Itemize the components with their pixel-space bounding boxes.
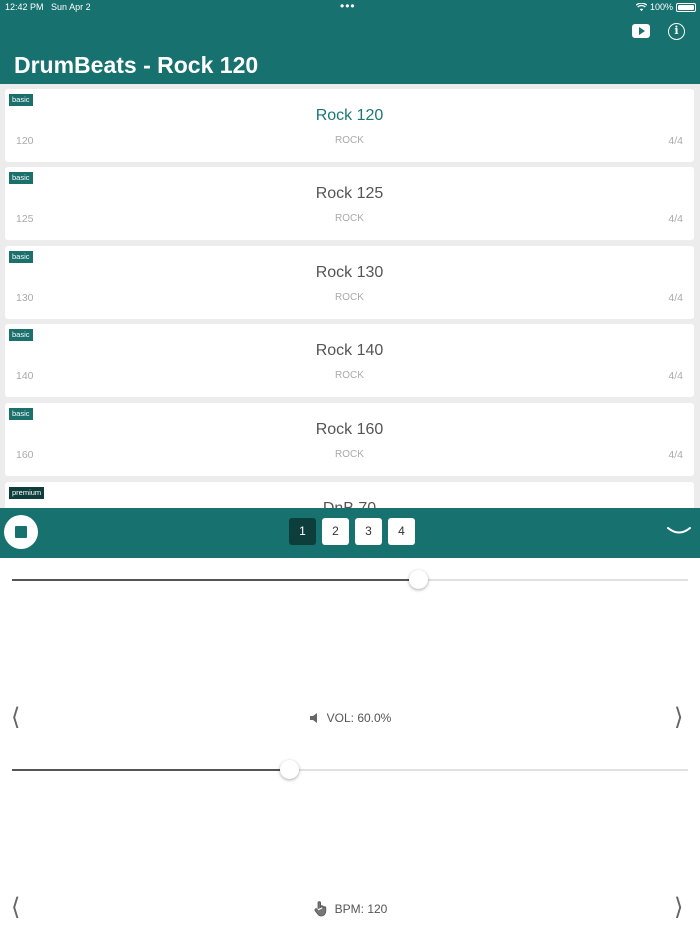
beat-signature: 4/4 [668, 449, 683, 461]
slider-fill [12, 579, 418, 581]
list-item[interactable]: basic Rock 120 120 ROCK 4/4 [5, 89, 694, 162]
tier-badge: basic [9, 94, 33, 106]
bpm-label: BPM: 120 [334, 901, 388, 916]
beat-genre: ROCK [335, 213, 364, 224]
beat-name: Rock 140 [315, 342, 384, 359]
page-title: DrumBeats - Rock 120 [14, 52, 259, 78]
page-button-1[interactable]: 1 [289, 518, 316, 545]
beat-name: Rock 120 [315, 107, 384, 124]
beat-name: Rock 130 [315, 264, 384, 281]
beat-genre: ROCK [335, 449, 364, 460]
stop-button[interactable] [4, 515, 38, 549]
beat-name: Rock 160 [315, 421, 384, 438]
chevron-down-icon[interactable] [667, 526, 691, 538]
tier-badge: premium [9, 487, 45, 499]
list-item[interactable]: basic Rock 130 130 ROCK 4/4 [5, 246, 694, 319]
tier-badge: basic [9, 251, 33, 263]
status-right: 100% [635, 2, 696, 12]
wifi-icon [635, 2, 647, 11]
slider-thumb[interactable] [280, 760, 300, 779]
slider-fill [12, 769, 290, 771]
slider-thumb[interactable] [408, 570, 428, 589]
list-item[interactable]: premium DnB 70 [5, 482, 694, 508]
beat-signature: 4/4 [668, 370, 683, 382]
beat-signature: 4/4 [668, 213, 683, 225]
page-button-3[interactable]: 3 [355, 518, 382, 545]
battery-percent: 100% [649, 2, 673, 12]
list-item[interactable]: basic Rock 160 160 ROCK 4/4 [5, 403, 694, 476]
multitask-dots-icon[interactable]: ••• [340, 0, 356, 13]
list-item[interactable]: basic Rock 140 140 ROCK 4/4 [5, 324, 694, 397]
transport-bar: 1 2 3 4 [0, 508, 700, 558]
tier-badge: basic [9, 329, 33, 341]
battery-icon [676, 2, 696, 12]
bpm-readout: BPM: 120 [0, 900, 700, 917]
status-bar: 12:42 PM Sun Apr 2 ••• 100% [0, 0, 700, 14]
tier-badge: basic [9, 408, 33, 420]
beat-name: DnB 70 [5, 500, 694, 508]
beat-genre: ROCK [335, 370, 364, 381]
bpm-slider[interactable] [12, 760, 688, 780]
volume-label: VOL: 60.0% [326, 711, 392, 725]
beat-genre: ROCK [335, 292, 364, 303]
speaker-icon [309, 713, 317, 723]
beat-list[interactable]: basic Rock 120 120 ROCK 4/4 basic Rock 1… [0, 84, 700, 508]
page-button-2[interactable]: 2 [322, 518, 349, 545]
beat-genre: ROCK [335, 135, 364, 146]
tap-hand-icon[interactable] [313, 900, 329, 917]
pattern-pages: 1 2 3 4 [289, 518, 415, 545]
beat-signature: 4/4 [668, 135, 683, 147]
list-item[interactable]: basic Rock 125 125 ROCK 4/4 [5, 167, 694, 240]
info-icon[interactable]: i [668, 23, 685, 40]
beat-name: Rock 125 [315, 185, 384, 202]
status-time: 12:42 PM Sun Apr 2 [5, 2, 91, 12]
top-bar: 12:42 PM Sun Apr 2 ••• 100% i DrumBeats … [0, 0, 700, 84]
beat-signature: 4/4 [668, 292, 683, 304]
volume-readout: VOL: 60.0% [0, 711, 700, 725]
page-button-4[interactable]: 4 [388, 518, 415, 545]
play-video-icon[interactable] [632, 24, 650, 38]
volume-slider[interactable] [12, 570, 688, 590]
tier-badge: basic [9, 172, 33, 184]
